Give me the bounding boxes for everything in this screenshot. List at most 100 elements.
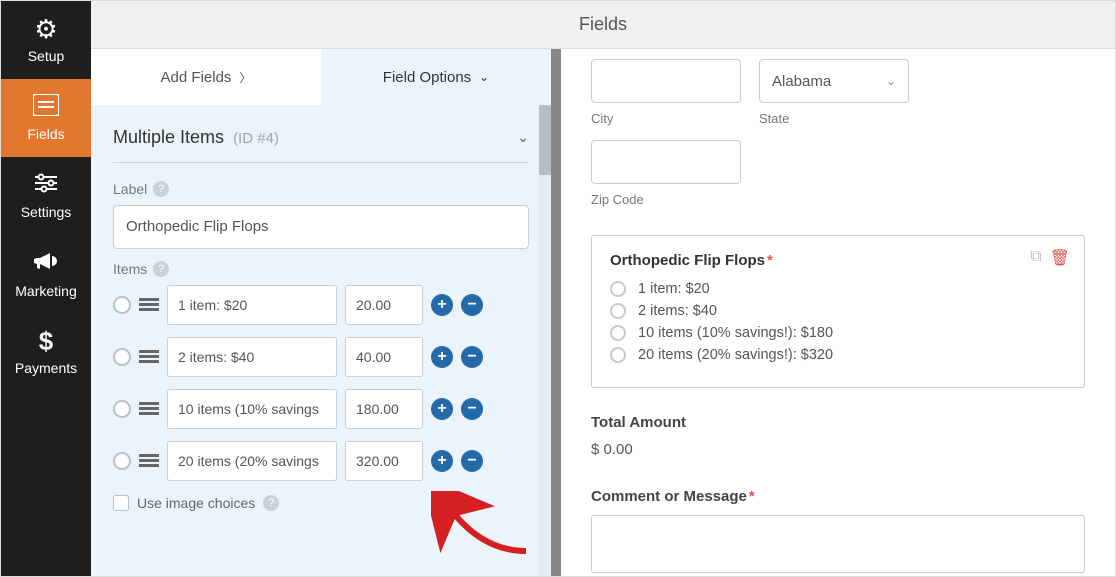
add-item-button[interactable]: + (431, 346, 453, 368)
item-row: + − (113, 441, 529, 481)
sidebar-item-label: Setup (28, 48, 65, 64)
item-name-input[interactable] (167, 337, 337, 377)
zip-sublabel: Zip Code (591, 192, 741, 207)
item-default-radio[interactable] (113, 400, 131, 418)
comment-textarea[interactable] (591, 515, 1085, 573)
option-radio[interactable] (610, 303, 626, 319)
state-value: Alabama (772, 73, 831, 90)
required-asterisk: * (767, 252, 773, 269)
chevron-down-icon: ⌄ (517, 129, 529, 146)
tab-add-fields[interactable]: Add Fields 〉 (91, 49, 321, 105)
sliders-icon (33, 172, 59, 198)
total-amount-block: Total Amount $ 0.00 (591, 414, 1085, 458)
remove-item-button[interactable]: − (461, 398, 483, 420)
section-title: Multiple Items (113, 127, 224, 147)
sidebar-item-label: Payments (15, 360, 77, 376)
selected-field-card[interactable]: ⧉ 🗑 Orthopedic Flip Flops* 1 item: $20 2… (591, 235, 1085, 388)
option-label: 10 items (10% savings!): $180 (638, 325, 833, 341)
sidebar-item-label: Marketing (15, 283, 76, 299)
option-radio[interactable] (610, 347, 626, 363)
help-icon[interactable]: ? (153, 261, 169, 277)
sidebar-item-marketing[interactable]: Marketing (1, 235, 91, 313)
tab-field-options[interactable]: Field Options ⌄ (321, 49, 551, 105)
sidebar-item-fields[interactable]: Fields (1, 79, 91, 157)
chevron-right-icon: 〉 (239, 69, 251, 86)
builder-panel: Add Fields 〉 Field Options ⌄ Multiple It… (91, 49, 561, 576)
drag-handle-icon[interactable] (139, 452, 159, 470)
add-item-button[interactable]: + (431, 450, 453, 472)
state-select[interactable]: Alabama ⌄ (759, 59, 909, 103)
drag-handle-icon[interactable] (139, 296, 159, 314)
comment-block: Comment or Message* (591, 488, 1085, 573)
dollar-icon: $ (39, 328, 53, 354)
duplicate-icon[interactable]: ⧉ (1030, 248, 1041, 268)
item-price-input[interactable] (345, 441, 423, 481)
item-default-radio[interactable] (113, 452, 131, 470)
item-name-input[interactable] (167, 389, 337, 429)
required-asterisk: * (749, 488, 755, 505)
remove-item-button[interactable]: − (461, 294, 483, 316)
item-name-input[interactable] (167, 285, 337, 325)
section-header[interactable]: Multiple Items (ID #4) ⌄ (113, 105, 529, 163)
item-price-input[interactable] (345, 389, 423, 429)
list-icon (33, 94, 59, 120)
item-default-radio[interactable] (113, 296, 131, 314)
sidebar-item-label: Fields (27, 126, 64, 142)
option-row[interactable]: 20 items (20% savings!): $320 (610, 347, 1066, 363)
item-row: + − (113, 285, 529, 325)
items-list: + − + − (113, 285, 529, 481)
topbar: Fields (91, 1, 1115, 49)
items-caption: Items ? (113, 261, 529, 277)
option-label: 1 item: $20 (638, 281, 710, 297)
drag-handle-icon[interactable] (139, 348, 159, 366)
sidebar-item-setup[interactable]: ⚙ Setup (1, 1, 91, 79)
drag-handle-icon[interactable] (139, 400, 159, 418)
remove-item-button[interactable]: − (461, 450, 483, 472)
add-item-button[interactable]: + (431, 398, 453, 420)
city-sublabel: City (591, 111, 741, 126)
option-row[interactable]: 2 items: $40 (610, 303, 1066, 319)
city-input[interactable] (591, 59, 741, 103)
bullhorn-icon (32, 249, 60, 277)
item-price-input[interactable] (345, 337, 423, 377)
label-caption: Label ? (113, 181, 529, 197)
option-row[interactable]: 10 items (10% savings!): $180 (610, 325, 1066, 341)
item-price-input[interactable] (345, 285, 423, 325)
option-label: 2 items: $40 (638, 303, 717, 319)
use-image-choices-row: Use image choices ? (113, 495, 529, 511)
item-row: + − (113, 337, 529, 377)
scrollbar-track[interactable] (539, 105, 551, 576)
label-input[interactable] (113, 205, 529, 249)
state-sublabel: State (759, 111, 909, 126)
field-title: Orthopedic Flip Flops* (610, 252, 1066, 269)
zip-input[interactable] (591, 140, 741, 184)
page-title: Fields (579, 14, 627, 35)
builder-tabs: Add Fields 〉 Field Options ⌄ (91, 49, 551, 105)
sidebar: ⚙ Setup Fields Settings Marketing (1, 1, 91, 576)
sidebar-item-settings[interactable]: Settings (1, 157, 91, 235)
trash-icon[interactable]: 🗑 (1050, 248, 1070, 268)
option-row[interactable]: 1 item: $20 (610, 281, 1066, 297)
sidebar-item-payments[interactable]: $ Payments (1, 313, 91, 391)
item-name-input[interactable] (167, 441, 337, 481)
sidebar-item-label: Settings (21, 204, 72, 220)
remove-item-button[interactable]: − (461, 346, 483, 368)
option-label: 20 items (20% savings!): $320 (638, 347, 833, 363)
preview-panel: City Alabama ⌄ State Zip Code (561, 49, 1115, 576)
scrollbar-thumb[interactable] (539, 105, 551, 175)
use-image-choices-checkbox[interactable] (113, 495, 129, 511)
help-icon[interactable]: ? (153, 181, 169, 197)
add-item-button[interactable]: + (431, 294, 453, 316)
option-radio[interactable] (610, 281, 626, 297)
options-panel-scroll[interactable]: Multiple Items (ID #4) ⌄ Label ? Items ? (91, 105, 551, 576)
item-row: + − (113, 389, 529, 429)
total-amount-label: Total Amount (591, 414, 1085, 431)
item-default-radio[interactable] (113, 348, 131, 366)
use-image-choices-label: Use image choices (137, 495, 255, 511)
help-icon[interactable]: ? (263, 495, 279, 511)
field-actions: ⧉ 🗑 (1030, 248, 1070, 268)
option-radio[interactable] (610, 325, 626, 341)
comment-label: Comment or Message* (591, 488, 1085, 505)
chevron-down-icon: ⌄ (886, 74, 896, 88)
chevron-down-icon: ⌄ (479, 70, 489, 84)
